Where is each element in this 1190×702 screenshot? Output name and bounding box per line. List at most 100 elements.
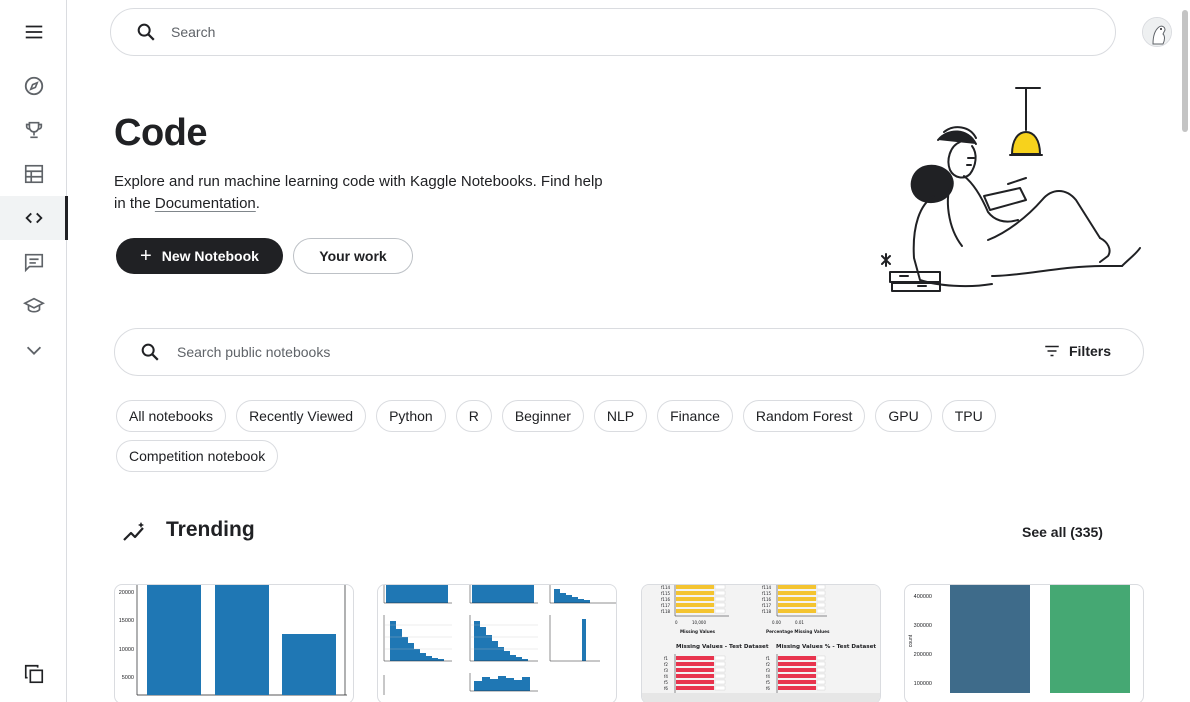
row-label: f118 (661, 609, 670, 614)
compass-icon (24, 76, 43, 96)
description-end: . (255, 195, 260, 212)
filters-button[interactable]: Filters (1043, 342, 1111, 360)
row-label: f117 (661, 603, 670, 608)
your-work-label: Your work (319, 248, 387, 264)
notebook-search[interactable]: Filters (114, 328, 1144, 376)
notebook-card[interactable] (377, 584, 617, 702)
card-thumbnail (383, 585, 616, 695)
sidebar-item-competitions[interactable] (0, 108, 67, 152)
axis-caption: Percentage Missing Values (766, 629, 830, 634)
filter-chips: All notebooks Recently Viewed Python R B… (116, 400, 1036, 472)
chart-title: Missing Values % - Test Dataset (776, 644, 876, 650)
chip-r[interactable]: R (455, 400, 492, 432)
axis-tick: 20000 (119, 590, 134, 596)
filter-icon (1045, 345, 1059, 357)
axis-tick: 15000 (119, 618, 134, 624)
school-icon (22, 297, 45, 313)
row-label: f1 (766, 656, 770, 661)
row-label: f6 (766, 686, 770, 691)
chevron-down-icon (26, 346, 41, 355)
chip-tpu[interactable]: TPU (941, 400, 996, 432)
search-icon (141, 343, 159, 361)
new-notebook-label: New Notebook (161, 248, 259, 264)
chip-competition-notebook[interactable]: Competition notebook (116, 440, 279, 472)
your-work-button[interactable]: Your work (293, 238, 413, 274)
menu-icon (25, 25, 42, 39)
table-icon (24, 164, 43, 184)
axis-label: count (908, 634, 914, 647)
search-icon (137, 23, 155, 41)
sidebar-item-more[interactable] (0, 328, 67, 372)
chip-recently-viewed[interactable]: Recently Viewed (236, 400, 367, 432)
row-label: f6 (664, 686, 668, 691)
axis-tick: 0.01 (795, 620, 804, 625)
row-label: f117 (762, 603, 771, 608)
chip-python[interactable]: Python (376, 400, 446, 432)
avatar-image (1143, 18, 1171, 46)
notebook-card[interactable]: f114 f115 f116 f117 f118 f114 f115 f116 … (641, 584, 881, 702)
trending-title: Trending (166, 518, 255, 541)
row-label: f116 (661, 597, 670, 602)
comment-icon (24, 253, 43, 273)
see-all-link[interactable]: See all (335) (1022, 524, 1103, 540)
chart-title: Missing Values - Test Dataset (676, 644, 769, 650)
axis-tick: 400000 (914, 594, 932, 600)
card-thumbnail: 20000 15000 10000 5000 (119, 585, 347, 696)
plus-icon: + (140, 245, 152, 267)
card-thumbnail: 400000 300000 200000 100000 count (908, 585, 1130, 693)
trending-icon (123, 522, 144, 541)
row-label: f114 (762, 585, 771, 590)
chip-finance[interactable]: Finance (657, 400, 733, 432)
card-thumbnail: f114 f115 f116 f117 f118 f114 f115 f116 … (642, 585, 880, 702)
row-label: f5 (766, 680, 770, 685)
row-label: f116 (762, 597, 771, 602)
axis-tick: 10,000 (692, 620, 706, 625)
row-label: f1 (664, 656, 668, 661)
axis-tick: 300000 (914, 623, 932, 629)
row-label: f115 (762, 591, 771, 596)
row-label: f3 (664, 668, 668, 673)
chip-all-notebooks[interactable]: All notebooks (116, 400, 227, 432)
axis-tick: 0.00 (772, 620, 781, 625)
code-icon (24, 212, 43, 224)
axis-caption: Missing Values (680, 629, 716, 634)
menu-button[interactable] (0, 10, 67, 54)
row-label: f2 (766, 662, 770, 667)
copy-icon (24, 664, 43, 684)
search-input[interactable] (171, 24, 1071, 40)
copy-button[interactable] (0, 652, 67, 696)
axis-tick: 5000 (122, 675, 134, 681)
sidebar-item-learn[interactable] (0, 284, 67, 328)
sidebar-item-explore[interactable] (0, 64, 67, 108)
notebook-card[interactable]: 20000 15000 10000 5000 (114, 584, 354, 702)
row-label: f5 (664, 680, 668, 685)
axis-tick: 100000 (914, 681, 932, 687)
sidebar-item-code[interactable] (0, 196, 68, 240)
chip-beginner[interactable]: Beginner (501, 400, 584, 432)
row-label: f4 (766, 674, 770, 679)
avatar[interactable] (1142, 17, 1172, 47)
new-notebook-button[interactable]: + New Notebook (116, 238, 283, 274)
sidebar-item-discussions[interactable] (0, 240, 67, 284)
row-label: f4 (664, 674, 668, 679)
chip-random-forest[interactable]: Random Forest (742, 400, 866, 432)
sidebar-item-datasets[interactable] (0, 152, 67, 196)
row-label: f115 (661, 591, 670, 596)
chip-gpu[interactable]: GPU (875, 400, 932, 432)
chip-nlp[interactable]: NLP (593, 400, 648, 432)
global-search[interactable] (110, 8, 1116, 56)
row-label: f2 (664, 662, 668, 667)
documentation-link[interactable]: Documentation (155, 195, 256, 212)
sidebar (0, 0, 68, 702)
scrollbar-thumb[interactable] (1182, 10, 1188, 132)
hero-illustration (881, 87, 1141, 292)
page-description: Explore and run machine learning code wi… (114, 171, 614, 215)
page-title: Code (114, 112, 208, 154)
trophy-icon (25, 121, 42, 139)
notebook-search-input[interactable] (177, 344, 997, 360)
axis-tick: 200000 (914, 652, 932, 658)
axis-tick: 10000 (119, 647, 134, 653)
row-label: f118 (762, 609, 771, 614)
row-label: f3 (766, 668, 770, 673)
notebook-card[interactable]: 400000 300000 200000 100000 count (904, 584, 1144, 702)
